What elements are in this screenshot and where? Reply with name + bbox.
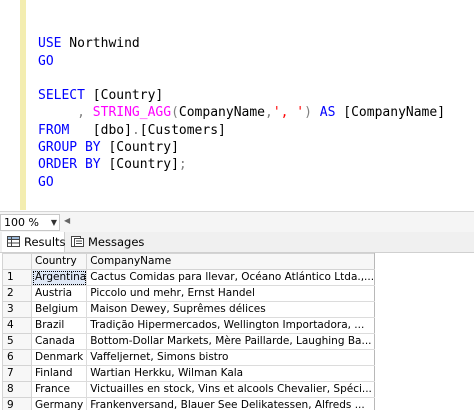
- code-token: ): [304, 105, 312, 121]
- code-token: SELECT: [38, 88, 85, 104]
- country-cell[interactable]: Denmark: [30, 349, 88, 366]
- code-line[interactable]: FROM [dbo].[Customers]: [38, 122, 445, 139]
- code-token: GO: [38, 174, 54, 190]
- code-token: [Country]: [100, 157, 179, 173]
- companyname-cell[interactable]: Piccolo und mehr, Ernst Handel: [86, 285, 376, 302]
- table-row[interactable]: 3 Belgium Maison Dewey, Suprêmes délices: [2, 301, 376, 318]
- row-number[interactable]: 8: [2, 381, 32, 398]
- column-header-companyname[interactable]: CompanyName: [86, 253, 376, 270]
- code-token: Northwind: [61, 36, 140, 52]
- country-cell[interactable]: Finland: [30, 365, 88, 382]
- table-row[interactable]: 6 Denmark Vaffeljernet, Simons bistro: [2, 349, 376, 366]
- tab-messages[interactable]: Messages: [66, 232, 145, 252]
- code-token: ,: [265, 105, 273, 121]
- code-line[interactable]: GO: [38, 174, 445, 191]
- code-token: [Country]: [84, 88, 164, 104]
- table-row[interactable]: 5 Canada Bottom-Dollar Markets, Mère Paill…: [2, 333, 376, 350]
- code-token: [CompanyName]: [335, 105, 446, 121]
- sql-code[interactable]: USE Northwind GO SELECT [Country] , STRING…: [38, 18, 445, 191]
- code-token: .: [131, 122, 140, 138]
- code-line[interactable]: USE Northwind: [38, 35, 445, 52]
- companyname-cell[interactable]: Bottom-Dollar Markets, Mère Paillarde, L…: [86, 333, 376, 350]
- code-token: CompanyName: [178, 105, 265, 121]
- column-header-country[interactable]: Country: [30, 253, 88, 270]
- code-token: ORDER BY: [38, 157, 101, 173]
- row-number[interactable]: 5: [2, 333, 32, 350]
- row-number[interactable]: 7: [2, 365, 32, 382]
- companyname-cell[interactable]: Cactus Comidas para llevar, Océano Atlán…: [86, 269, 376, 286]
- scroll-left-icon[interactable]: ◀: [64, 216, 70, 225]
- code-line[interactable]: ORDER BY [Country];: [38, 156, 445, 173]
- row-number-header[interactable]: [2, 253, 32, 270]
- code-token: FROM: [38, 122, 70, 138]
- code-line[interactable]: [38, 18, 445, 35]
- code-token: AS: [319, 105, 336, 121]
- companyname-cell[interactable]: Frankenversand, Blauer See Delikatessen,…: [86, 397, 376, 410]
- companyname-cell[interactable]: Maison Dewey, Suprêmes délices: [86, 301, 376, 318]
- code-token: STRING_AGG: [92, 105, 172, 121]
- companyname-cell[interactable]: Tradição Hipermercados, Wellington Impor…: [86, 317, 376, 334]
- country-cell[interactable]: France: [30, 381, 88, 398]
- code-token: [dbo]: [69, 122, 132, 138]
- table-row[interactable]: 1 Argentina Cactus Comidas para llevar, Oc…: [2, 269, 376, 286]
- code-token: [Country]: [100, 140, 179, 156]
- country-cell[interactable]: Belgium: [30, 301, 88, 318]
- country-cell[interactable]: Canada: [30, 333, 88, 350]
- chevron-down-icon[interactable]: ▼: [51, 215, 57, 230]
- results-tab-bar: Results Messages: [0, 232, 474, 253]
- code-line[interactable]: , STRING_AGG(CompanyName,', ') AS [Compa…: [38, 104, 445, 121]
- zoom-value: 100 %: [4, 216, 39, 229]
- zoom-dropdown[interactable]: 100 % ▼: [0, 214, 60, 231]
- code-line[interactable]: [38, 70, 445, 87]
- editor-status-strip: 100 % ▼ ◀: [0, 211, 474, 232]
- country-cell[interactable]: Germany: [30, 397, 88, 410]
- tab-results-label: Results: [24, 235, 66, 249]
- table-row[interactable]: 9 Germany Frankenversand, Blauer See Delik…: [2, 397, 376, 410]
- companyname-cell[interactable]: Wartian Herkku, Wilman Kala: [86, 365, 376, 382]
- messages-icon: [71, 236, 84, 247]
- row-number[interactable]: 3: [2, 301, 32, 318]
- grid-header-row: Country CompanyName: [2, 253, 376, 270]
- code-token: ', ': [272, 105, 305, 121]
- country-cell[interactable]: Argentina: [30, 269, 88, 286]
- results-grid: Country CompanyName 1 Argentina Cactus Com…: [2, 253, 376, 410]
- code-token: ;: [178, 157, 187, 173]
- code-token: (: [171, 105, 179, 121]
- row-number[interactable]: 9: [2, 397, 32, 410]
- code-token: ,: [77, 105, 85, 121]
- companyname-cell[interactable]: Victuailles en stock, Vins et alcools Ch…: [86, 381, 376, 398]
- editor-gutter: [0, 0, 20, 210]
- tab-results[interactable]: Results: [2, 232, 66, 252]
- row-number[interactable]: 2: [2, 285, 32, 302]
- grid-icon: [7, 236, 20, 247]
- code-token: [Customers]: [139, 122, 226, 138]
- row-number[interactable]: 4: [2, 317, 32, 334]
- country-cell[interactable]: Austria: [30, 285, 88, 302]
- change-tracking-bar: [20, 0, 26, 210]
- table-row[interactable]: 7 Finland Wartian Herkku, Wilman Kala: [2, 365, 376, 382]
- code-line[interactable]: GO: [38, 53, 445, 70]
- companyname-cell[interactable]: Vaffeljernet, Simons bistro: [86, 349, 376, 366]
- code-token: GROUP BY: [38, 140, 101, 156]
- code-token: GO: [38, 53, 54, 69]
- table-row[interactable]: 8 France Victuailles en stock, Vins et alc…: [2, 381, 376, 398]
- row-number[interactable]: 1: [2, 269, 32, 286]
- code-line[interactable]: SELECT [Country]: [38, 87, 445, 104]
- query-editor[interactable]: USE Northwind GO SELECT [Country] , STRING…: [0, 0, 474, 210]
- row-number[interactable]: 6: [2, 349, 32, 366]
- country-cell[interactable]: Brazil: [30, 317, 88, 334]
- tab-messages-label: Messages: [88, 235, 145, 249]
- results-grid-area: Country CompanyName 1 Argentina Cactus Com…: [0, 253, 474, 410]
- code-line[interactable]: GROUP BY [Country]: [38, 139, 445, 156]
- code-token: USE: [38, 36, 62, 52]
- table-row[interactable]: 2 Austria Piccolo und mehr, Ernst Handel: [2, 285, 376, 302]
- table-row[interactable]: 4 Brazil Tradição Hipermercados, Wellingto…: [2, 317, 376, 334]
